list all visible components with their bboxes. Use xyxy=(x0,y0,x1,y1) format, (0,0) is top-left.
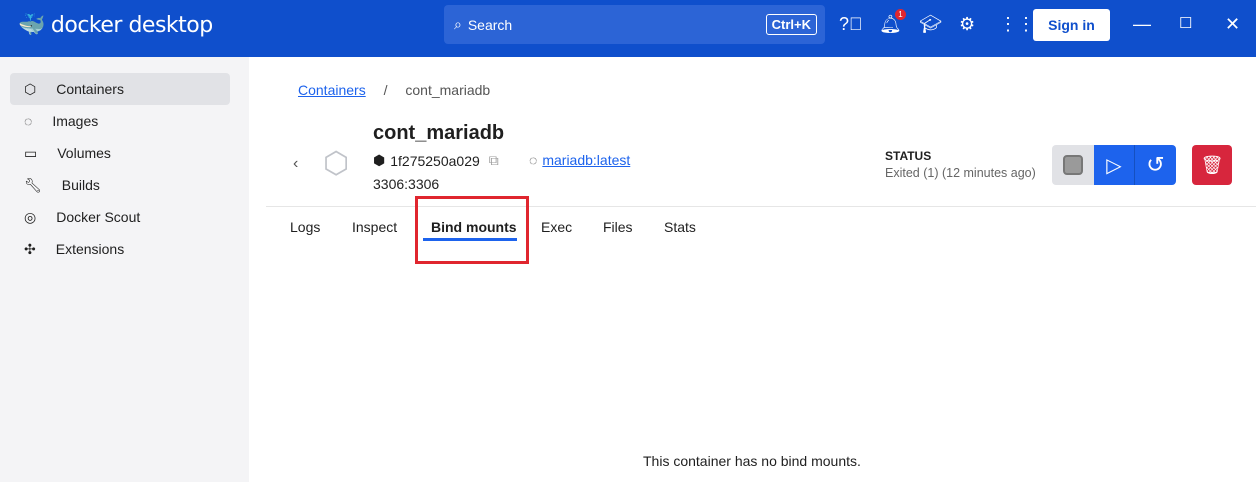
cube-icon: ⬢ xyxy=(373,152,386,168)
search-icon: ⌕ xyxy=(454,16,462,32)
container-image: ◌ mariadb:latest xyxy=(529,152,630,168)
image-link[interactable]: mariadb:latest xyxy=(542,152,630,168)
sidebar-item-extensions[interactable]: ✣ Extensions xyxy=(10,233,230,265)
tab-logs[interactable]: Logs xyxy=(290,219,320,235)
restart-icon: ↺ xyxy=(1146,152,1165,177)
shortcut-hint: Ctrl+K xyxy=(765,14,817,35)
minimize-button[interactable]: — xyxy=(1133,14,1151,35)
maximize-button[interactable]: ☐ xyxy=(1179,14,1192,32)
sidebar-item-docker-scout[interactable]: ◎ Docker Scout xyxy=(10,201,230,233)
wrench-icon: 🔧︎ xyxy=(24,176,42,193)
sidebar-item-images[interactable]: ◌ Images xyxy=(10,105,230,137)
back-chevron-icon[interactable]: ‹ xyxy=(293,155,298,173)
top-bar: 🐳 docker desktop ⌕ Search Ctrl+K ?⃝ 🔔︎ 1 🎓︎… xyxy=(0,0,1256,57)
container-icon: ⬡ xyxy=(24,80,37,97)
tab-files[interactable]: Files xyxy=(603,219,633,235)
delete-button[interactable]: 🗑︎ xyxy=(1192,145,1232,185)
learn-icon[interactable]: 🎓︎ xyxy=(919,14,942,35)
stop-button[interactable] xyxy=(1052,145,1094,185)
sidebar-item-containers[interactable]: ⬡ Containers xyxy=(10,73,230,105)
highlight-box xyxy=(415,196,529,264)
port-mapping[interactable]: 3306:3306 xyxy=(373,176,439,192)
volume-icon: ▭ xyxy=(24,144,38,161)
docker-logo[interactable]: 🐳 docker desktop xyxy=(18,13,213,38)
sign-in-button[interactable]: Sign in xyxy=(1033,9,1110,41)
whale-icon: 🐳 xyxy=(18,13,45,38)
scout-icon: ◎ xyxy=(24,208,37,225)
tab-stats[interactable]: Stats xyxy=(664,219,696,235)
copy-icon[interactable]: ⧉ xyxy=(489,152,499,169)
sidebar: ⬡ Containers ◌ Images ▭ Volumes 🔧︎ Builds ◎ D… xyxy=(0,57,249,482)
container-name: cont_mariadb xyxy=(373,122,505,144)
container-cube-icon: ⬡ xyxy=(323,147,350,180)
sidebar-item-builds[interactable]: 🔧︎ Builds xyxy=(10,169,230,201)
sidebar-item-volumes[interactable]: ▭ Volumes xyxy=(10,137,230,169)
breadcrumb-containers-link[interactable]: Containers xyxy=(298,82,366,98)
tab-inspect[interactable]: Inspect xyxy=(352,219,397,235)
start-button[interactable]: ▷ xyxy=(1094,145,1135,185)
search-bar[interactable]: ⌕ Search Ctrl+K xyxy=(444,5,825,44)
status-block: STATUS Exited (1) (12 minutes ago) xyxy=(885,149,1036,180)
empty-state-message: This container has no bind mounts. xyxy=(643,453,861,469)
notification-badge: 1 xyxy=(895,9,906,20)
stop-icon xyxy=(1063,155,1083,175)
trash-icon: 🗑︎ xyxy=(1200,154,1224,175)
image-icon: ◌ xyxy=(24,113,33,129)
tab-exec[interactable]: Exec xyxy=(541,219,572,235)
help-icon[interactable]: ?⃝ xyxy=(839,14,863,35)
container-id: ⬢ 1f275250a029 ⧉ xyxy=(373,152,499,169)
play-icon: ▷ xyxy=(1106,154,1122,177)
image-icon: ◌ xyxy=(529,152,538,168)
restart-button[interactable]: ↺ xyxy=(1135,145,1176,185)
gear-icon[interactable]: ⚙ xyxy=(959,14,975,35)
close-button[interactable]: ✕ xyxy=(1225,14,1240,35)
breadcrumb: Containers / cont_mariadb xyxy=(298,82,491,98)
puzzle-icon: ✣ xyxy=(24,240,36,257)
